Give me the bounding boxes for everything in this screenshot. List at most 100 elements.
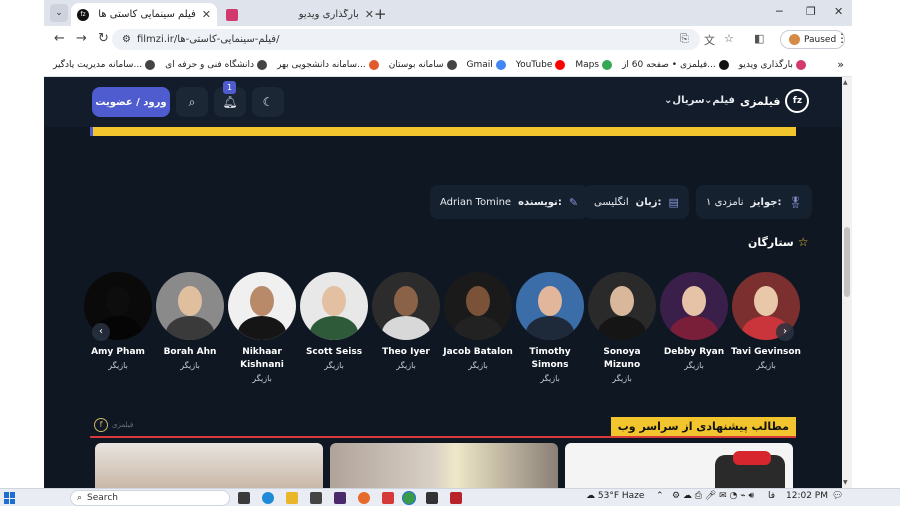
bookmark-item[interactable]: Maps <box>570 59 617 70</box>
notifications-button[interactable]: 🔔︎ 1 <box>214 81 246 117</box>
cast-name[interactable]: Tavi Gevinson <box>730 346 802 359</box>
login-signup-button[interactable]: ورود / عضویت <box>92 87 170 117</box>
close-icon[interactable]: ✕ <box>202 8 211 21</box>
cast-name[interactable]: Scott Seiss <box>298 346 370 359</box>
cast-photo[interactable] <box>372 272 440 340</box>
cast-name[interactable]: Borah Ahn <box>154 346 226 359</box>
cast-member-card[interactable]: Jacob Batalon بازیگر <box>442 272 514 370</box>
cast-photo[interactable] <box>588 272 656 340</box>
suggestions-logo-text: فیلمزی <box>112 421 134 429</box>
minimize-button[interactable]: ─ <box>776 5 783 18</box>
scroll-down-arrow-icon[interactable]: ▼ <box>843 479 848 486</box>
cast-name[interactable]: Theo Iyer <box>370 346 442 359</box>
desktop-left-strip <box>0 0 44 488</box>
edge-icon[interactable] <box>262 492 274 504</box>
carousel-next-button[interactable]: › <box>776 323 794 341</box>
back-button[interactable]: ← <box>54 31 65 46</box>
bookmark-item[interactable]: سامانه دانشجویی بهر... <box>272 59 384 70</box>
cast-member-card[interactable]: Scott Seiss بازیگر <box>298 272 370 370</box>
bookmark-item[interactable]: YouTube <box>511 59 571 70</box>
store-icon[interactable] <box>310 492 322 504</box>
moon-icon: ☾ <box>262 95 274 109</box>
scrollbar-thumb[interactable] <box>844 227 850 297</box>
tab-upload-video[interactable]: بارگذاری ویدیو ✕ <box>220 3 380 26</box>
tray-overflow-icon[interactable]: ⌃ <box>656 491 664 501</box>
bookmark-item[interactable]: دانشگاه فنی و حرفه ای <box>160 59 272 70</box>
tray-icons[interactable]: ⚙ ☁ ⎙ 🎤︎ ✉ ◔ ⌁ 🔊︎ <box>672 491 754 501</box>
theme-toggle-button[interactable]: ☾ <box>252 87 284 117</box>
cast-photo[interactable] <box>300 272 368 340</box>
carousel-prev-button[interactable]: ‹ <box>92 323 110 341</box>
taskbar-search-box[interactable]: ⌕ Search <box>70 490 230 506</box>
cast-member-card[interactable]: Sonoya Mizuno بازیگر <box>586 272 658 383</box>
task-view-icon[interactable] <box>238 492 250 504</box>
close-icon[interactable]: ✕ <box>365 8 374 21</box>
cast-role: بازیگر <box>684 361 704 370</box>
suggestion-card[interactable] <box>565 443 793 488</box>
bookmark-item[interactable]: Gmail <box>462 59 511 70</box>
cast-member-card[interactable]: Tavi Gevinson بازیگر <box>730 272 802 370</box>
cast-photo[interactable] <box>228 272 296 340</box>
suggestion-card[interactable] <box>330 443 558 488</box>
bookmark-item[interactable]: سامانه بوستان <box>384 59 462 70</box>
clock[interactable]: 12:02 PM <box>786 491 828 501</box>
side-panel-icon[interactable]: ◧ <box>754 32 764 45</box>
notification-center-icon[interactable]: 💬︎ <box>832 491 843 501</box>
restore-button[interactable]: ❐ <box>806 5 816 18</box>
nav-film[interactable]: ⌄فیلم <box>704 95 735 106</box>
search-button[interactable]: ⌕ <box>176 87 208 117</box>
bookmarks-overflow-icon[interactable]: » <box>837 58 844 71</box>
address-bar[interactable]: ⚙ filmzi.ir/فیلم-سینمایی-کاستی-ها/ <box>112 29 700 50</box>
window-close-button[interactable]: ✕ <box>834 5 843 18</box>
nav-series[interactable]: ⌄سریال <box>664 95 705 106</box>
app-icon[interactable] <box>382 492 394 504</box>
cast-photo[interactable] <box>156 272 224 340</box>
weather-widget[interactable]: ☁ 53°F Haze <box>586 491 644 501</box>
start-button[interactable] <box>4 492 16 504</box>
cast-name[interactable]: Nikhaar Kishnani <box>226 346 298 372</box>
cast-photo[interactable] <box>444 272 512 340</box>
cast-name[interactable]: Timothy Simons <box>514 346 586 372</box>
page-scrollbar[interactable]: ▲ ▼ <box>842 77 852 488</box>
site-logo[interactable]: فیلمزی fz <box>740 89 810 113</box>
install-app-icon[interactable]: ⎘ <box>680 32 689 46</box>
cast-member-card[interactable]: Amy Pham بازیگر <box>82 272 154 370</box>
bookmark-item[interactable]: سامانه مدیریت یادگیر... <box>48 59 160 70</box>
cast-photo[interactable] <box>516 272 584 340</box>
cast-name[interactable]: Debby Ryan <box>658 346 730 359</box>
cast-photo[interactable] <box>660 272 728 340</box>
reload-button[interactable]: ↻ <box>98 31 109 46</box>
tab-search-button[interactable]: ⌄ <box>50 4 68 22</box>
cast-member-card[interactable]: Theo Iyer بازیگر <box>370 272 442 370</box>
forward-button[interactable]: → <box>76 31 87 46</box>
photos-icon[interactable] <box>426 492 438 504</box>
new-tab-button[interactable]: + <box>374 5 387 23</box>
page-viewport: ورود / عضویت ⌕ 🔔︎ 1 ☾ ⌄سریال ⌄فیلم فیلمز… <box>44 77 842 488</box>
bookmark-item[interactable]: فیلمزی • صفحه 60 از... <box>617 59 734 70</box>
language-indicator[interactable]: فا <box>768 491 775 501</box>
cast-member-card[interactable]: Borah Ahn بازیگر <box>154 272 226 370</box>
file-explorer-icon[interactable] <box>286 492 298 504</box>
bookmark-item[interactable]: بارگذاری ویدیو <box>734 59 811 70</box>
cast-role: بازیگر <box>396 361 416 370</box>
bookmark-star-icon[interactable]: ☆ <box>724 32 734 45</box>
cast-member-card[interactable]: Nikhaar Kishnani بازیگر <box>226 272 298 383</box>
chrome-icon[interactable] <box>403 492 415 504</box>
logo-text: فیلمزی <box>740 94 781 108</box>
cast-member-card[interactable]: Debby Ryan بازیگر <box>658 272 730 370</box>
firefox-icon[interactable] <box>358 492 370 504</box>
filmzi-small-logo-icon: f <box>94 418 108 432</box>
cast-name[interactable]: Sonoya Mizuno <box>586 346 658 372</box>
suggestion-card[interactable] <box>95 443 323 488</box>
cast-name[interactable]: Jacob Batalon <box>442 346 514 359</box>
browser-menu-icon[interactable]: ⋮ <box>836 31 848 45</box>
recorder-icon[interactable] <box>450 492 462 504</box>
adobe-xd-icon[interactable] <box>334 492 346 504</box>
site-info-icon[interactable]: ⚙ <box>122 34 131 45</box>
scroll-up-arrow-icon[interactable]: ▲ <box>843 79 848 86</box>
translate-icon[interactable]: 文 <box>704 32 715 48</box>
photo-face <box>682 286 706 316</box>
cast-member-card[interactable]: Timothy Simons بازیگر <box>514 272 586 383</box>
tab-filmzi[interactable]: fz فیلم سینمایی کاستی ها - فیلمزی ✕ <box>71 3 217 26</box>
cast-name[interactable]: Amy Pham <box>82 346 154 359</box>
